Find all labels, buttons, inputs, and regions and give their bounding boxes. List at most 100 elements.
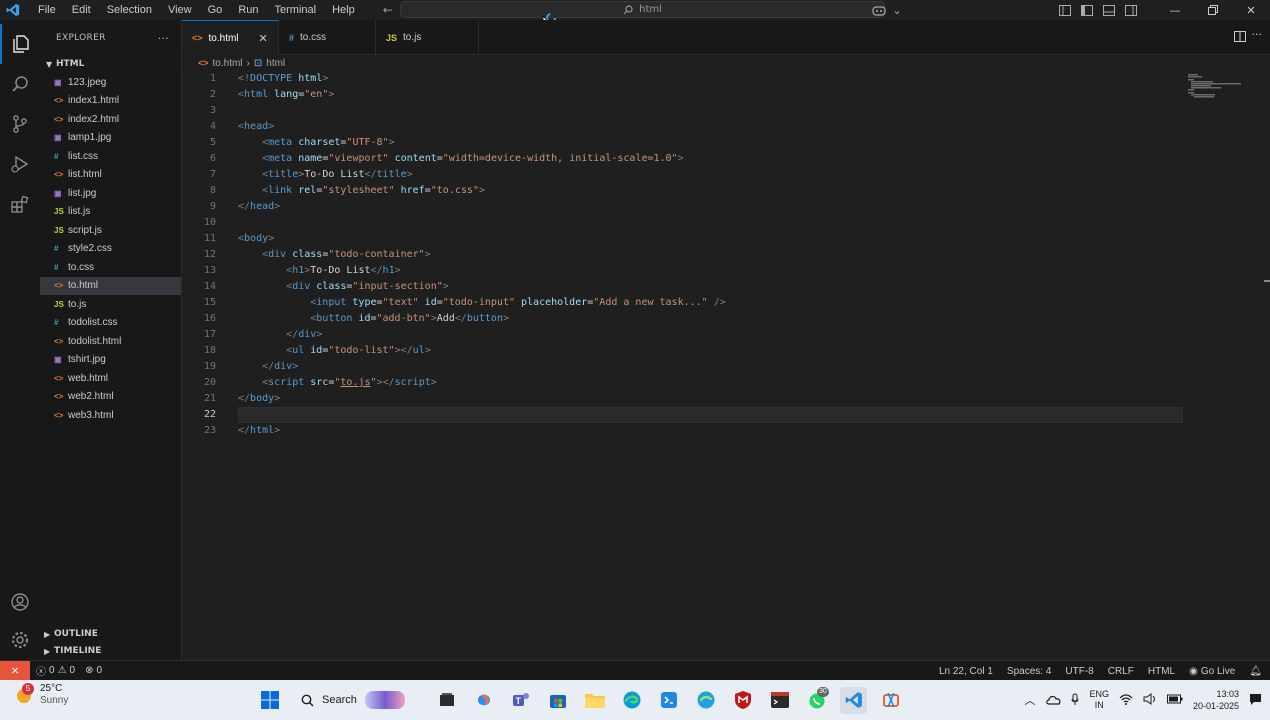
battery-icon[interactable] [1166, 694, 1183, 706]
file-item[interactable]: <> web2.html [40, 388, 181, 407]
teams-icon[interactable]: T [507, 687, 534, 714]
file-item[interactable]: <> todolist.html [40, 332, 181, 351]
command-center-search[interactable]: html [400, 1, 885, 18]
file-item[interactable]: ▣ tshirt.jpg [40, 351, 181, 370]
language-mode[interactable]: HTML [1148, 666, 1175, 677]
edge-browser-icon[interactable] [618, 687, 645, 714]
toggle-primary-sidebar-icon[interactable] [1076, 0, 1098, 20]
file-explorer-icon[interactable] [581, 687, 608, 714]
microphone-icon[interactable] [1071, 693, 1079, 708]
code-editor[interactable]: 1 <!DOCTYPE html> 2 <html lang="en"> 3 4 <head… [182, 70, 1270, 660]
mcafee-icon[interactable] [729, 687, 756, 714]
menu-help[interactable]: Help [324, 0, 363, 20]
tab-to-css[interactable]: # to.css [279, 20, 376, 55]
tab-to-js[interactable]: JS to.js [376, 20, 479, 55]
file-item[interactable]: # to.css [40, 258, 181, 277]
file-item[interactable]: <> index2.html [40, 110, 181, 129]
customize-layout-icon[interactable] [1054, 0, 1076, 20]
code-app-icon[interactable] [655, 687, 682, 714]
go-live-button[interactable]: ◉ Go Live [1189, 666, 1235, 677]
encoding[interactable]: UTF-8 [1065, 666, 1093, 677]
taskbar-search[interactable]: Search [293, 687, 423, 714]
chevron-down-icon[interactable]: ⌄ [890, 0, 904, 20]
explorer-icon[interactable] [0, 24, 40, 64]
menu-view[interactable]: View [160, 0, 200, 20]
clock[interactable]: 13:03 20-01-2025 [1193, 688, 1239, 712]
tab-to-html[interactable]: <> to.html ✕ [182, 20, 279, 55]
onedrive-icon[interactable] [1045, 694, 1061, 707]
close-window-button[interactable]: ✕ [1232, 0, 1270, 20]
close-tab-icon[interactable]: ✕ [259, 32, 268, 45]
toggle-panel-icon[interactable] [1098, 0, 1120, 20]
cursor-position[interactable]: Ln 22, Col 1 [939, 666, 993, 677]
file-name: to.js [68, 298, 87, 310]
timeline-section[interactable]: ▶ TIMELINE [40, 642, 182, 660]
code-token: placeholder [515, 297, 588, 308]
windows-start-icon[interactable] [256, 687, 283, 714]
split-editor-icon[interactable] [1234, 31, 1246, 45]
maximize-button[interactable] [1194, 0, 1232, 20]
file-item[interactable]: <> index1.html [40, 92, 181, 111]
ports-indicator[interactable]: ⊗ 0 [85, 665, 102, 676]
toggle-secondary-sidebar-icon[interactable] [1120, 0, 1142, 20]
minimize-button[interactable]: — [1156, 0, 1194, 20]
back-arrow-icon[interactable]: ← [383, 3, 393, 17]
task-view-icon[interactable] [433, 687, 460, 714]
file-item[interactable]: <> to.html [40, 276, 181, 295]
code-token: </ [238, 201, 251, 212]
menu-edit[interactable]: Edit [64, 0, 99, 20]
store-icon[interactable] [544, 687, 571, 714]
volume-icon[interactable] [1143, 693, 1157, 707]
more-actions-icon[interactable]: ··· [1252, 28, 1263, 41]
file-item[interactable]: # list.css [40, 147, 181, 166]
copilot-icon[interactable] [868, 0, 890, 20]
menu-terminal[interactable]: Terminal [267, 0, 325, 20]
folder-header[interactable]: ▼ HTML [40, 56, 181, 72]
code-text: <input type="text" id="todo-input" place… [238, 295, 725, 311]
file-item[interactable]: <> web.html [40, 369, 181, 388]
terminal-app-icon[interactable] [766, 687, 793, 714]
minimap[interactable] [1188, 74, 1242, 98]
problems-indicator[interactable]: ⓧ 0 ⚠ 0 [36, 663, 75, 678]
indentation[interactable]: Spaces: 4 [1007, 666, 1051, 677]
end-of-line[interactable]: CRLF [1108, 666, 1134, 677]
chevron-up-icon[interactable]: ︿ [1024, 692, 1035, 708]
file-item[interactable]: ▣ lamp1.jpg [40, 129, 181, 148]
menu-go[interactable]: Go [200, 0, 231, 20]
file-item[interactable]: <> list.html [40, 166, 181, 185]
notification-center-icon[interactable] [1249, 693, 1262, 708]
language-indicator[interactable]: ENG IN [1089, 689, 1109, 711]
vscode-taskbar-icon[interactable] [840, 686, 867, 714]
menu-selection[interactable]: Selection [99, 0, 160, 20]
copilot-app-icon[interactable] [470, 687, 497, 714]
source-control-icon[interactable] [0, 104, 40, 144]
manage-gear-icon[interactable] [0, 620, 40, 660]
file-item[interactable]: # todolist.css [40, 314, 181, 333]
run-and-debug-icon[interactable] [0, 144, 40, 184]
breadcrumb-symbol[interactable]: html [266, 58, 285, 69]
file-item[interactable]: <> web3.html [40, 406, 181, 425]
menu-file[interactable]: File [30, 0, 64, 20]
weather-widget[interactable]: 5 25°C Sunny [14, 683, 68, 707]
accounts-icon[interactable] [0, 582, 40, 622]
file-item[interactable]: ▣ 123.jpeg [40, 73, 181, 92]
code-line: 5 <meta charset="UTF-8"> [182, 135, 1182, 151]
chatgpt-edge-icon[interactable] [692, 687, 719, 714]
breadcrumb-file[interactable]: to.html [213, 58, 243, 69]
file-item[interactable]: JS list.js [40, 203, 181, 222]
whatsapp-icon[interactable]: 30 [803, 686, 830, 714]
remote-indicator-icon[interactable]: ⨯ [0, 660, 30, 681]
extensions-icon[interactable] [0, 184, 40, 224]
notifications-bell-icon[interactable]: 🔔︎ [1249, 666, 1262, 677]
file-item[interactable]: ▣ list.jpg [40, 184, 181, 203]
more-actions-icon[interactable]: ··· [158, 32, 169, 45]
wifi-icon[interactable] [1119, 693, 1133, 707]
search-icon[interactable] [0, 64, 40, 104]
menu-run[interactable]: Run [230, 0, 266, 20]
file-item[interactable]: # style2.css [40, 240, 181, 259]
outline-section[interactable]: ▶ OUTLINE [40, 625, 182, 643]
snipping-tool-icon[interactable] [877, 687, 904, 714]
file-item[interactable]: JS to.js [40, 295, 181, 314]
code-token: h1 [382, 265, 395, 276]
file-item[interactable]: JS script.js [40, 221, 181, 240]
